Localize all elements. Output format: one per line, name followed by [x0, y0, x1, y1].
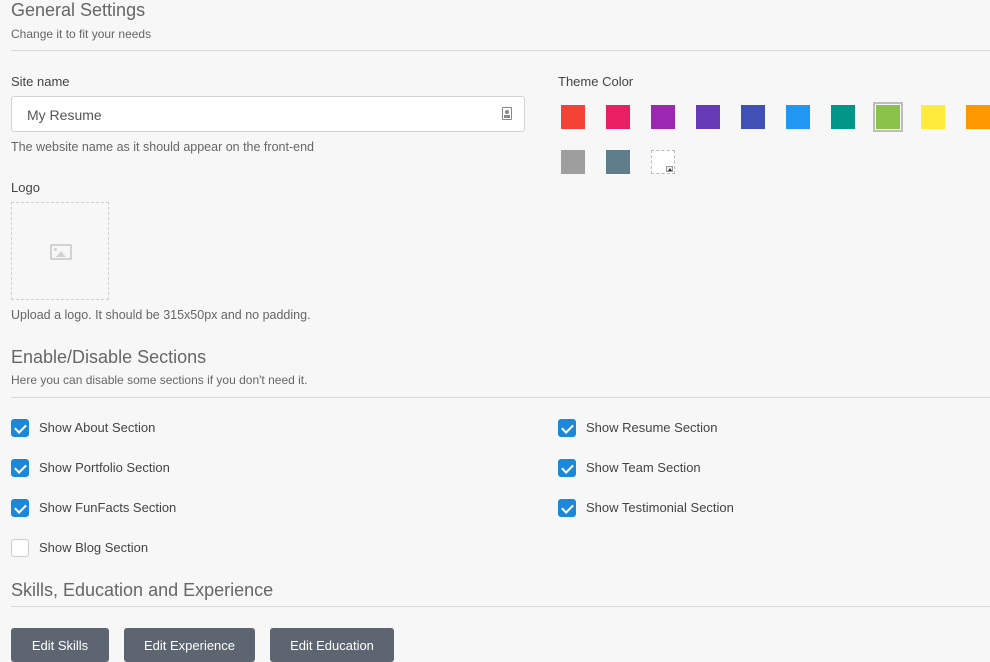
checkbox-label: Show Team Section	[586, 460, 701, 475]
color-swatch[interactable]	[651, 105, 675, 129]
divider	[11, 606, 990, 607]
id-card-icon	[502, 107, 512, 120]
site-name-input[interactable]	[25, 97, 489, 133]
checkbox-label: Show Resume Section	[586, 420, 718, 435]
theme-color-label: Theme Color	[558, 74, 634, 89]
general-settings-subtitle: Change it to fit your needs	[11, 27, 152, 41]
sections-subtitle: Here you can disable some sections if yo…	[11, 373, 308, 387]
image-icon	[50, 244, 72, 260]
testimonial-section-checkbox[interactable]	[558, 499, 576, 517]
color-swatch[interactable]	[966, 105, 990, 129]
team-section-checkbox[interactable]	[558, 459, 576, 477]
edit-experience-button[interactable]: Edit Experience	[124, 628, 255, 662]
color-swatch[interactable]	[561, 150, 585, 174]
checkbox-label: Show Portfolio Section	[39, 460, 170, 475]
checkbox-label: Show Blog Section	[39, 540, 149, 555]
edit-education-button[interactable]: Edit Education	[270, 628, 394, 662]
color-swatch[interactable]	[921, 105, 945, 129]
logo-help: Upload a logo. It should be 315x50px and…	[11, 308, 311, 322]
checkbox-label: Show Testimonial Section	[586, 500, 734, 515]
checkbox-label: Show About Section	[39, 420, 156, 435]
logo-label: Logo	[11, 180, 40, 195]
color-swatch[interactable]	[831, 105, 855, 129]
color-swatch[interactable]	[873, 102, 903, 132]
funfacts-section-checkbox[interactable]	[11, 499, 29, 517]
color-swatch[interactable]	[696, 105, 720, 129]
divider	[11, 397, 990, 398]
about-section-checkbox[interactable]	[11, 419, 29, 437]
checkbox-label: Show FunFacts Section	[39, 500, 177, 515]
color-swatch[interactable]	[606, 105, 630, 129]
divider	[11, 50, 990, 51]
site-name-label: Site name	[11, 74, 70, 89]
color-swatch[interactable]	[606, 150, 630, 174]
color-swatch[interactable]	[561, 105, 585, 129]
dropdown-caret-icon	[666, 166, 673, 172]
skills-section-title: Skills, Education and Experience	[11, 580, 274, 600]
portfolio-section-checkbox[interactable]	[11, 459, 29, 477]
site-name-field[interactable]	[11, 96, 525, 133]
site-name-help: The website name as it should appear on …	[11, 140, 314, 154]
edit-skills-button[interactable]: Edit Skills	[11, 628, 109, 662]
custom-color-picker[interactable]	[651, 150, 675, 174]
logo-upload[interactable]	[11, 202, 109, 300]
color-swatch[interactable]	[741, 105, 765, 129]
sections-title: Enable/Disable Sections	[11, 347, 207, 367]
resume-section-checkbox[interactable]	[558, 419, 576, 437]
color-swatch[interactable]	[786, 105, 810, 129]
general-settings-title: General Settings	[11, 0, 146, 20]
blog-section-checkbox[interactable]	[11, 539, 29, 557]
